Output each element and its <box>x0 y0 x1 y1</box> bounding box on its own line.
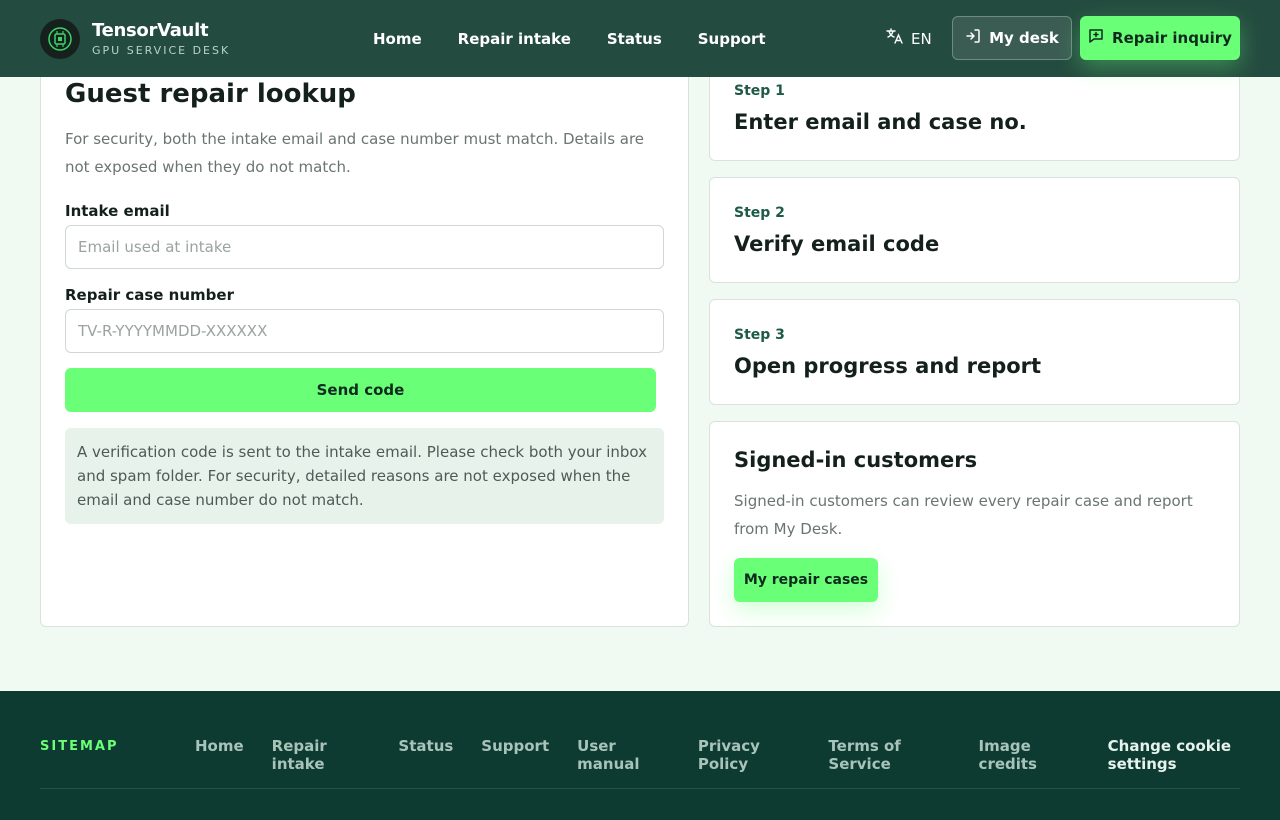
sitemap-label: SITEMAP <box>40 739 119 754</box>
footer-link-status[interactable]: Status <box>398 737 453 773</box>
step-label: Step 1 <box>734 83 785 99</box>
footer-link-cookie-settings[interactable]: Change cookie settings <box>1108 737 1280 773</box>
verification-notice: A verification code is sent to the intak… <box>65 428 664 524</box>
nav-support[interactable]: Support <box>698 30 766 48</box>
main-nav: Home Repair intake Status Support <box>373 0 766 77</box>
footer-link-terms[interactable]: Terms of Service <box>828 737 950 773</box>
nav-home[interactable]: Home <box>373 30 422 48</box>
email-field[interactable] <box>65 225 664 269</box>
page-title: Guest repair lookup <box>65 79 356 109</box>
footer: SITEMAP Home Repair intake Status Suppor… <box>0 691 1280 820</box>
brand[interactable]: TensorVault GPU SERVICE DESK <box>40 18 340 59</box>
step-title: Verify email code <box>734 232 940 256</box>
signed-in-card: Signed-in customers Signed-in customers … <box>709 421 1240 627</box>
language-switcher[interactable]: EN <box>886 28 932 49</box>
guest-lookup-card: Guest repair lookup For security, both t… <box>40 56 689 627</box>
signed-in-title: Signed-in customers <box>734 448 978 472</box>
sign-in-icon <box>965 28 981 48</box>
step-card-3: Step 3 Open progress and report <box>709 299 1240 405</box>
footer-link-image-credits[interactable]: Image credits <box>979 737 1080 773</box>
footer-links: Home Repair intake Status Support User m… <box>195 737 1280 773</box>
top-header: TensorVault GPU SERVICE DESK Home Repair… <box>0 0 1280 77</box>
footer-link-user-manual[interactable]: User manual <box>577 737 670 773</box>
footer-link-repair-intake[interactable]: Repair intake <box>272 737 371 773</box>
step-title: Open progress and report <box>734 354 1042 378</box>
nav-status[interactable]: Status <box>607 30 662 48</box>
step-label: Step 2 <box>734 205 785 221</box>
repair-inquiry-button[interactable]: Repair inquiry <box>1080 16 1240 60</box>
step-card-2: Step 2 Verify email code <box>709 177 1240 283</box>
my-desk-button[interactable]: My desk <box>952 16 1072 60</box>
translate-icon <box>886 28 903 49</box>
case-number-label: Repair case number <box>65 286 234 304</box>
case-number-field[interactable] <box>65 309 664 353</box>
footer-divider <box>40 788 1240 789</box>
brand-name: TensorVault <box>92 20 209 41</box>
send-code-button[interactable]: Send code <box>65 368 656 412</box>
lookup-description: For security, both the intake email and … <box>65 130 645 176</box>
nav-repair-intake[interactable]: Repair intake <box>458 30 571 48</box>
gpu-chip-icon <box>40 18 80 59</box>
signed-in-description: Signed-in customers can review every rep… <box>734 492 1193 538</box>
footer-link-privacy-policy[interactable]: Privacy Policy <box>698 737 801 773</box>
message-plus-icon <box>1088 28 1104 48</box>
footer-link-home[interactable]: Home <box>195 737 244 773</box>
footer-link-support[interactable]: Support <box>481 737 549 773</box>
brand-subtitle: GPU SERVICE DESK <box>92 44 231 57</box>
my-desk-label: My desk <box>989 29 1059 47</box>
email-field-label: Intake email <box>65 202 170 220</box>
language-label: EN <box>911 29 932 48</box>
step-label: Step 3 <box>734 327 785 343</box>
repair-inquiry-label: Repair inquiry <box>1112 29 1232 47</box>
my-repair-cases-button[interactable]: My repair cases <box>734 558 878 602</box>
step-title: Enter email and case no. <box>734 110 1027 134</box>
